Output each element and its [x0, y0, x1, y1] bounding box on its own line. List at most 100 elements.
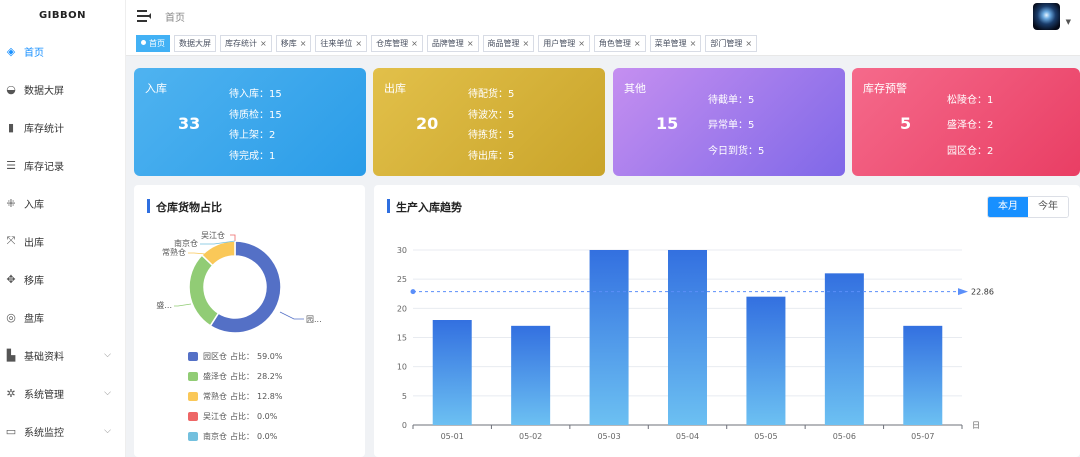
- sidebar-item-label: 入库: [24, 199, 44, 211]
- legend-value: 0.0%: [257, 432, 278, 441]
- legend-item[interactable]: 常熟仓 占比： 12.8%: [188, 391, 282, 402]
- slice-label: 常熟仓: [162, 247, 186, 257]
- legend-item[interactable]: 吴江仓 占比： 0.0%: [188, 411, 277, 422]
- gear-icon: ✲: [6, 386, 16, 400]
- tag-label: 菜单管理: [654, 39, 687, 48]
- tag-item[interactable]: 库存统计 ×: [220, 35, 272, 52]
- tag-label: 往来单位: [320, 39, 353, 48]
- sidebar-menu: ◈ 首页 ◒ 数据大屏 ▮ 库存统计 ☰ 库存记录 ⁜ 入库 ⤧ 出库 ✥ 移库 ◎ 盘库 ▙ 基础资料 ⌵ ✲ 系统管…: [0, 32, 125, 450]
- close-icon[interactable]: ×: [300, 39, 307, 48]
- tags-view-bar: 首页 数据大屏 库存统计 × 移库 × 往来单位 × 仓库管理 × 品牌管理 × 商品管理 × 用户管理 × 角…: [126, 32, 1080, 56]
- other-card[interactable]: 其他 15 待截单：5 异常单：5 今日到货：5: [613, 68, 845, 176]
- close-icon[interactable]: ×: [745, 39, 752, 48]
- card-line: 松陵仓：1: [947, 95, 994, 106]
- tag-label: 品牌管理: [431, 39, 464, 48]
- bar[interactable]: [668, 250, 707, 425]
- breadcrumb[interactable]: 首页: [165, 9, 185, 24]
- sidebar-item[interactable]: ◈ 首页: [0, 32, 125, 70]
- card-line: 盛泽仓：2: [947, 120, 994, 131]
- legend-name: 盛泽仓: [203, 372, 227, 381]
- sidebar-item[interactable]: ⁜ 入库: [0, 184, 125, 222]
- x-tick-label: 05-01: [441, 432, 464, 441]
- bar[interactable]: [432, 320, 472, 425]
- card-line: 待质检：15: [229, 110, 282, 121]
- card-line: 待截单：5: [708, 95, 755, 106]
- book-icon: ▙: [6, 348, 16, 362]
- legend-name: 吴江仓: [203, 412, 227, 421]
- sidebar-item[interactable]: ⤧ 出库: [0, 222, 125, 260]
- sidebar-item[interactable]: ◒ 数据大屏: [0, 70, 125, 108]
- sidebar-item-label: 盘库: [24, 313, 44, 325]
- tag-item[interactable]: 用户管理 ×: [538, 35, 590, 52]
- close-icon[interactable]: ×: [690, 39, 697, 48]
- legend-pct-label: 占比：: [230, 432, 254, 441]
- user-avatar[interactable]: [1033, 3, 1060, 30]
- x-tick-label: 05-02: [519, 432, 542, 441]
- chevron-down-icon[interactable]: ⌵: [104, 426, 111, 436]
- slice-label: 园...: [306, 315, 322, 324]
- chevron-down-icon[interactable]: ⌵: [104, 388, 111, 398]
- legend-item[interactable]: 园区仓 占比： 59.0%: [188, 351, 282, 362]
- sidebar-item[interactable]: ▙ 基础资料 ⌵: [0, 336, 125, 374]
- sidebar-item[interactable]: ☰ 库存记录: [0, 146, 125, 184]
- donut-chart: 园... 盛... 常熟仓 吴江仓南京仓: [156, 231, 322, 334]
- tag-item[interactable]: 部门管理 ×: [705, 35, 758, 52]
- sidebar-item-label: 首页: [24, 47, 44, 59]
- average-label: 22.86: [971, 288, 994, 297]
- legend-item[interactable]: 盛泽仓 占比： 28.2%: [188, 371, 282, 382]
- caret-down-icon[interactable]: ▼: [1066, 18, 1071, 26]
- tag-label: 数据大屏: [179, 39, 211, 48]
- close-icon[interactable]: ×: [634, 39, 641, 48]
- list-icon: ☰: [6, 158, 16, 172]
- legend-swatch: [188, 352, 198, 361]
- bar[interactable]: [511, 325, 551, 425]
- close-icon[interactable]: ×: [411, 39, 418, 48]
- legend-item[interactable]: 南京仓 占比： 0.0%: [188, 431, 277, 442]
- sidebar-item[interactable]: ✲ 系统管理 ⌵: [0, 374, 125, 412]
- hamburger-menu-icon[interactable]: [137, 10, 151, 22]
- legend-pct-label: 占比：: [230, 372, 254, 381]
- close-icon[interactable]: ×: [260, 39, 267, 48]
- chevron-down-icon[interactable]: ⌵: [104, 350, 111, 360]
- legend-pct-label: 占比：: [230, 392, 254, 401]
- sidebar-item-label: 系统监控: [24, 427, 64, 439]
- sidebar-item[interactable]: ▮ 库存统计: [0, 108, 125, 146]
- close-icon[interactable]: ×: [355, 39, 362, 48]
- tag-item[interactable]: 仓库管理 ×: [371, 35, 423, 52]
- tag-item[interactable]: 数据大屏: [174, 35, 216, 52]
- tag-item[interactable]: 商品管理 ×: [482, 35, 535, 52]
- legend-value: 12.8%: [257, 392, 283, 401]
- inbound-card[interactable]: 入库 33 待入库：15 待质检：15 待上架：2 待完成：1: [134, 68, 366, 176]
- tag-label: 角色管理: [598, 39, 631, 48]
- close-icon[interactable]: ×: [523, 39, 530, 48]
- bar[interactable]: [824, 273, 864, 425]
- close-icon[interactable]: ×: [467, 39, 474, 48]
- card-line: 待入库：15: [229, 89, 282, 100]
- bar[interactable]: [746, 296, 786, 425]
- expand-icon: ⤧: [6, 234, 16, 247]
- tag-item[interactable]: 移库 ×: [275, 35, 312, 52]
- x-tick-label: 05-07: [911, 432, 934, 441]
- slice-label: 吴江仓: [201, 231, 225, 240]
- sidebar-item-label: 出库: [24, 237, 44, 249]
- sidebar-item[interactable]: ✥ 移库: [0, 260, 125, 298]
- tag-item[interactable]: 首页: [136, 35, 170, 52]
- inventory-alert-card[interactable]: 库存预警 5 松陵仓：1 盛泽仓：2 园区仓：2: [852, 68, 1080, 176]
- tag-item[interactable]: 角色管理 ×: [593, 35, 646, 52]
- bar[interactable]: [903, 325, 943, 425]
- x-axis-label: 日: [972, 421, 980, 430]
- y-tick-label: 20: [397, 304, 407, 313]
- tag-item[interactable]: 往来单位 ×: [315, 35, 368, 52]
- x-tick-label: 05-03: [597, 432, 620, 441]
- sidebar-item-label: 系统管理: [24, 389, 64, 401]
- close-icon[interactable]: ×: [578, 39, 585, 48]
- tag-item[interactable]: 菜单管理 ×: [649, 35, 702, 52]
- legend-name: 常熟仓: [203, 392, 227, 401]
- sidebar-item[interactable]: ▭ 系统监控 ⌵: [0, 412, 125, 450]
- tag-item[interactable]: 品牌管理 ×: [426, 35, 479, 52]
- outbound-card[interactable]: 出库 20 待配货：5 待波次：5 待拣货：5 待出库：5: [373, 68, 605, 176]
- bar[interactable]: [589, 250, 629, 425]
- pie-slice[interactable]: [188, 254, 220, 327]
- sidebar-item[interactable]: ◎ 盘库: [0, 298, 125, 336]
- active-dot-icon: [141, 40, 146, 45]
